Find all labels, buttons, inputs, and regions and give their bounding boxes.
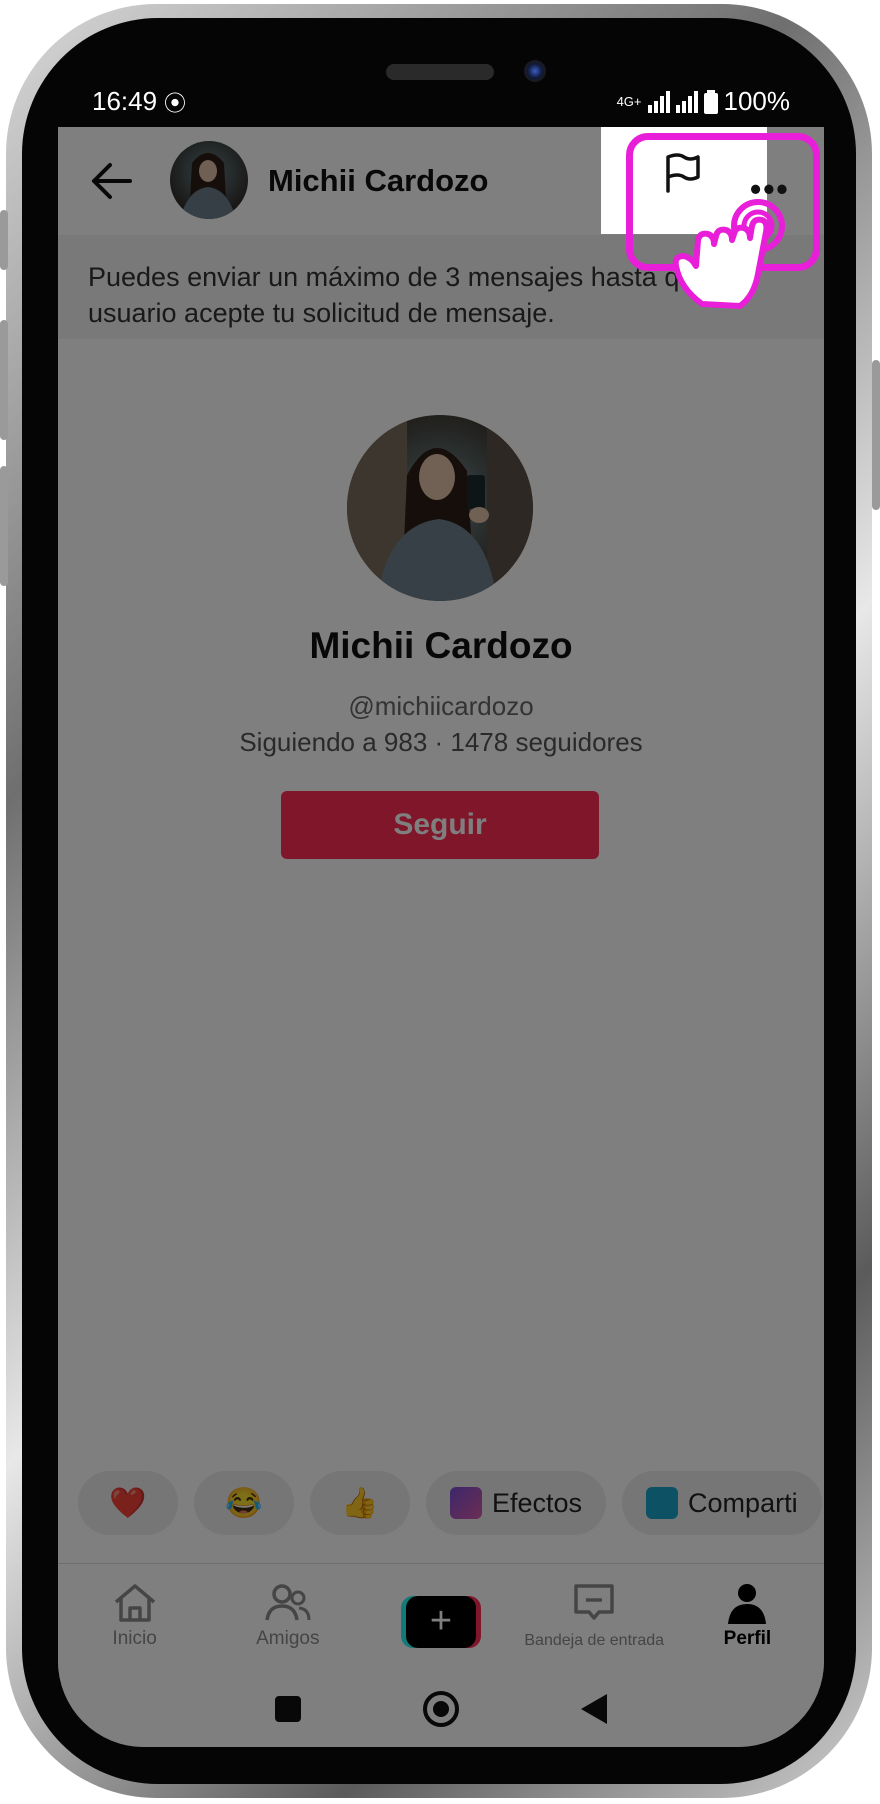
tap-hand-icon	[672, 199, 785, 309]
app-screen: Michii Cardozo ••• Puedes enviar un máxi…	[58, 127, 824, 1747]
status-time: 16:49	[92, 86, 158, 116]
network-type: 4G+	[616, 94, 642, 109]
wifi-calling-icon: ⦿	[164, 91, 187, 116]
battery-level: 100%	[723, 86, 791, 116]
battery-icon	[703, 89, 718, 114]
dim-overlay	[58, 127, 824, 1747]
power-button	[872, 360, 880, 510]
volume-button	[0, 320, 8, 440]
volume-button	[0, 466, 8, 586]
volume-button	[0, 210, 8, 270]
signal-icon	[675, 90, 698, 113]
status-bar: 16:49 ⦿ 4G+ 100%	[58, 78, 824, 124]
signal-icon	[647, 90, 670, 113]
